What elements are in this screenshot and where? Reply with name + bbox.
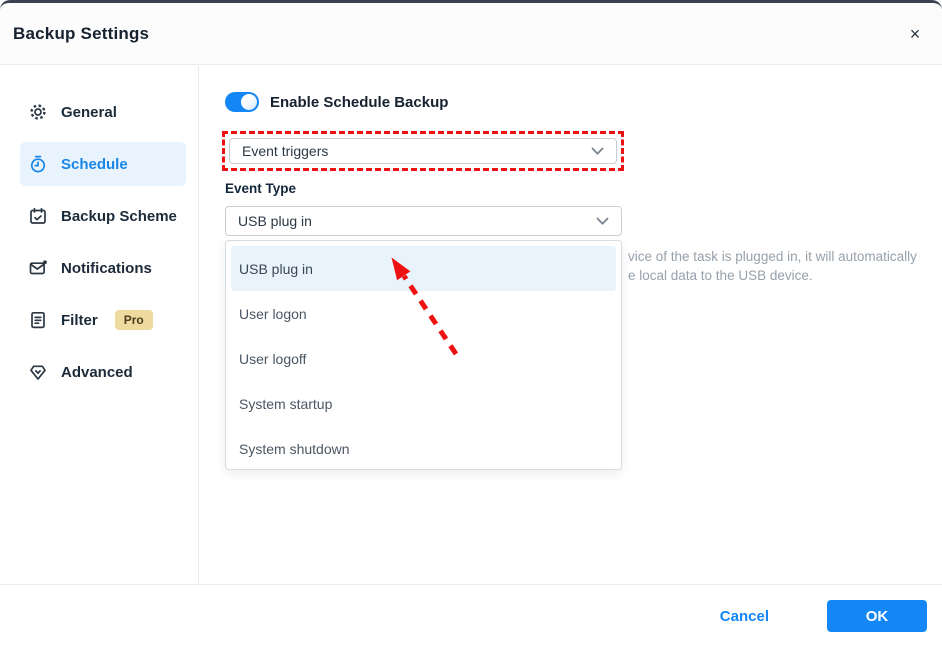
mail-notification-icon <box>28 258 48 278</box>
event-description-line1: vice of the task is plugged in, it will … <box>628 247 928 266</box>
cancel-button[interactable]: Cancel <box>720 608 769 625</box>
dropdown-option-user-logon[interactable]: User logon <box>231 291 616 336</box>
chevron-down-icon <box>596 217 609 226</box>
dropdown-option-system-shutdown[interactable]: System shutdown <box>231 426 616 471</box>
sidebar-item-advanced[interactable]: Advanced <box>20 350 186 394</box>
event-type-value: USB plug in <box>226 213 596 229</box>
sidebar-item-label: Schedule <box>61 156 128 173</box>
sidebar-item-general[interactable]: General <box>20 90 186 134</box>
calendar-check-icon <box>28 206 48 226</box>
sidebar-item-backup-scheme[interactable]: Backup Scheme <box>20 194 186 238</box>
dropdown-option-system-startup[interactable]: System startup <box>231 381 616 426</box>
event-description-text: vice of the task is plugged in, it will … <box>628 247 928 285</box>
sidebar-item-label: Filter <box>61 312 98 329</box>
annotation-highlight-box: Event triggers <box>222 131 624 171</box>
event-type-dropdown-list: USB plug in User logon User logoff Syste… <box>225 240 622 470</box>
sidebar-item-schedule[interactable]: Schedule <box>20 142 186 186</box>
dialog-footer: Cancel OK <box>0 584 942 647</box>
enable-schedule-toggle[interactable] <box>225 92 259 112</box>
sidebar-item-label: Notifications <box>61 260 152 277</box>
timer-icon <box>28 154 48 174</box>
ok-button[interactable]: OK <box>827 600 927 632</box>
dialog-title: Backup Settings <box>13 24 149 44</box>
gear-icon <box>28 102 48 122</box>
sidebar-item-label: Advanced <box>61 364 133 381</box>
trigger-type-select[interactable]: Event triggers <box>229 138 617 164</box>
document-icon <box>28 310 48 330</box>
settings-sidebar: General Schedule Backup Scheme <box>0 66 199 587</box>
backup-settings-dialog: Backup Settings × General Schedule <box>0 0 942 647</box>
enable-schedule-label: Enable Schedule Backup <box>270 94 448 111</box>
dialog-header: Backup Settings × <box>0 3 942 65</box>
sidebar-item-notifications[interactable]: Notifications <box>20 246 186 290</box>
close-icon[interactable]: × <box>902 21 928 47</box>
enable-schedule-row: Enable Schedule Backup <box>225 92 448 112</box>
event-type-select[interactable]: USB plug in <box>225 206 622 236</box>
toggle-knob <box>241 94 257 110</box>
pro-badge: Pro <box>115 310 153 330</box>
sidebar-item-filter[interactable]: Filter Pro <box>20 298 186 342</box>
sidebar-item-label: Backup Scheme <box>61 208 177 225</box>
event-description-line2: e local data to the USB device. <box>628 266 928 285</box>
dropdown-option-usb-plug-in[interactable]: USB plug in <box>231 246 616 291</box>
dropdown-option-user-logoff[interactable]: User logoff <box>231 336 616 381</box>
gem-icon <box>28 362 48 382</box>
trigger-type-value: Event triggers <box>230 143 591 159</box>
event-type-label: Event Type <box>225 181 296 196</box>
schedule-settings-panel: Enable Schedule Backup vice of the task … <box>200 66 942 587</box>
chevron-down-icon <box>591 147 604 156</box>
sidebar-item-label: General <box>61 104 117 121</box>
